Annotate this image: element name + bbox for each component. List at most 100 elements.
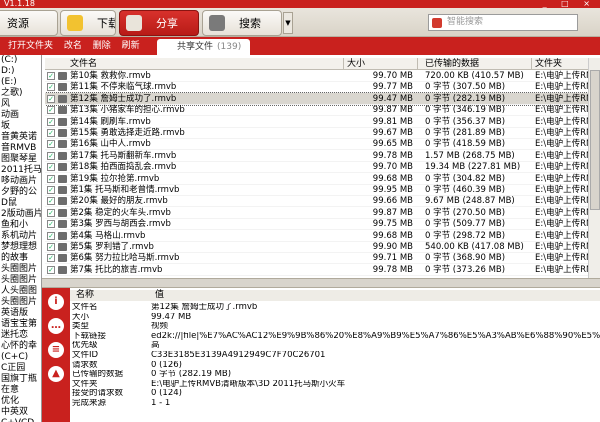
table-row[interactable]: ✓ 第6集 努力拉比哈马斯.rmvb 99.71 MB 0 字节 (368.90 MB… (45, 252, 600, 265)
info-icon[interactable]: i (48, 294, 64, 310)
row-checkbox[interactable]: ✓ (47, 197, 55, 206)
property-row[interactable]: 优先级 高 (70, 341, 600, 350)
tab-search[interactable]: 搜索 (202, 10, 282, 36)
folder-tree-item[interactable]: 2版动画片 (0, 209, 41, 220)
property-row[interactable]: 已传输的数据 0 字节 (282.19 MB) (70, 370, 600, 379)
row-checkbox[interactable]: ✓ (47, 106, 55, 115)
row-checkbox[interactable]: ✓ (47, 94, 55, 103)
folder-tree-item[interactable]: (C+C) (0, 352, 41, 363)
upload-icon[interactable]: ▲ (48, 366, 64, 382)
window-controls[interactable]: _ □ × (543, 0, 596, 8)
row-checkbox[interactable]: ✓ (47, 151, 55, 160)
folder-tree-item[interactable]: 2011托马 (0, 165, 41, 176)
table-row[interactable]: ✓ 第20集 最好的朋友.rmvb 99.66 MB 9.67 MB (248.87 … (45, 195, 600, 208)
folder-tree-item[interactable]: 系机动片 (0, 231, 41, 242)
folder-tree-item[interactable]: 心怀的幸 (0, 341, 41, 352)
folder-tree-item[interactable]: 国旗丁瓶 (0, 374, 41, 385)
folder-tree-item[interactable]: 优化 (0, 396, 41, 407)
search-dropdown-button[interactable]: ▼ (283, 12, 293, 34)
folder-tree-item[interactable]: 哆动画片 (0, 176, 41, 187)
table-row[interactable]: ✓ 第4集 马格山.rmvb 99.68 MB 0 字节 (298.72 MB) E:\… (45, 230, 600, 242)
list-icon[interactable]: ≡ (48, 342, 64, 358)
folder-tree-item[interactable]: 英语版 (0, 308, 41, 319)
property-row[interactable]: 大小 99.47 MB (70, 313, 600, 322)
panel-splitter[interactable] (42, 278, 600, 288)
folder-tree-item[interactable]: 图聚琴星 (0, 154, 41, 165)
row-checkbox[interactable]: ✓ (47, 265, 55, 274)
table-row[interactable]: ✓ 第13集 小猪家车的担心.rmvb 99.87 MB 0 字节 (346.19 M… (45, 104, 600, 117)
folder-tree-item[interactable]: 的故事 (0, 253, 41, 264)
folder-tree-item[interactable]: (C:) (0, 55, 41, 66)
vertical-scrollbar[interactable] (588, 58, 600, 278)
folder-tree-item[interactable]: 音黄英诺 (0, 132, 41, 143)
row-checkbox[interactable]: ✓ (47, 83, 55, 92)
table-row[interactable]: ✓ 第14集 刷刷车.rmvb 99.81 MB 0 字节 (356.37 MB) E:… (45, 116, 600, 128)
folder-tree-item[interactable]: C正园 (0, 363, 41, 374)
folder-tree-item[interactable]: 头圈图片 (0, 264, 41, 275)
folder-tree-item[interactable]: 头圈图片 (0, 297, 41, 308)
row-checkbox[interactable]: ✓ (47, 72, 55, 80)
folder-tree-item[interactable]: 坂 (0, 121, 41, 132)
smart-search-input[interactable]: 智能搜索 (428, 14, 578, 31)
table-row[interactable]: ✓ 第11集 不停来临气球.rmvb 99.77 MB 0 字节 (307.50 MB… (45, 81, 600, 94)
row-checkbox[interactable]: ✓ (47, 254, 55, 263)
property-row[interactable]: 下载链接 ed2k://|file|%E7%AC%AC12%E9%9B%86%20… (70, 332, 600, 341)
folder-tree-item[interactable]: 中英双 (0, 407, 41, 418)
table-row[interactable]: ✓ 第16集 山中人.rmvb 99.65 MB 0 字节 (418.59 MB) E:… (45, 138, 600, 151)
row-checkbox[interactable]: ✓ (47, 186, 55, 194)
folder-tree-item[interactable]: 梦想理想 (0, 242, 41, 253)
shared-files-tab[interactable]: 共享文件 (139) (157, 39, 250, 55)
row-checkbox[interactable]: ✓ (47, 117, 55, 126)
rename-button[interactable]: 改名 (64, 41, 82, 51)
folder-tree-item[interactable]: 迷托恋 (0, 330, 41, 341)
open-folder-button[interactable]: 打开文件夹 (8, 41, 53, 51)
folder-tree-item[interactable]: 夕野的公 (0, 187, 41, 198)
table-row[interactable]: ✓ 第7集 托比的旅吉.rmvb 99.78 MB 0 字节 (373.26 MB) E… (45, 264, 600, 276)
table-row[interactable]: ✓ 第17集 托马斯翻新车.rmvb 99.78 MB 1.57 MB (268.75… (45, 150, 600, 162)
delete-button[interactable]: 删除 (93, 41, 111, 51)
property-row[interactable]: 文件ID C33E3185E3139A4912949C7F70C26701 (70, 351, 600, 360)
property-row[interactable]: 文件夹 E:\电驴上传RMVB清晰版本\3D 2011托马斯小火车 (70, 380, 600, 389)
folder-tree-item[interactable]: D:) (0, 66, 41, 77)
row-checkbox[interactable]: ✓ (47, 163, 55, 172)
folder-tree-item[interactable]: (E:) (0, 77, 41, 88)
property-row[interactable]: 接受的请求数 0 (124) (70, 389, 600, 398)
table-row[interactable]: ✓ 第19集 拉尔抢第.rmvb 99.68 MB 0 字节 (304.82 MB) E… (45, 173, 600, 185)
folder-tree-item[interactable]: C+VCD (0, 418, 41, 422)
comment-icon[interactable]: … (48, 318, 64, 334)
property-row[interactable]: 类型 视频 (70, 322, 600, 331)
folder-tree-item[interactable]: 风 (0, 99, 41, 110)
folder-tree-item[interactable]: 头圈图片 (0, 275, 41, 286)
table-row[interactable]: ✓ 第18集 拍西面捣乱会.rmvb 99.70 MB 19.34 MB (227.8… (45, 161, 600, 174)
property-row[interactable]: 文件名 第12集 詹姆士成功了.rmvb (70, 303, 600, 312)
folder-tree-item[interactable]: 动画 (0, 110, 41, 121)
property-row[interactable]: 请求数 0 (126) (70, 361, 600, 370)
folder-tree-item[interactable]: 在意 (0, 385, 41, 396)
column-name[interactable]: 文件名 (70, 58, 97, 70)
tab-resources[interactable]: 资源 (0, 10, 58, 36)
scrollbar-thumb[interactable] (590, 70, 600, 210)
row-checkbox[interactable]: ✓ (47, 231, 55, 240)
property-row[interactable]: 完成来源 1 - 1 (70, 399, 600, 408)
table-row[interactable]: ✓ 第2集 稳定的火车头.rmvb 99.87 MB 0 字节 (270.50 MB)… (45, 207, 600, 219)
table-row[interactable]: ✓ 第12集 詹姆士成功了.rmvb 99.47 MB 0 字节 (282.19 MB… (45, 91, 600, 106)
row-checkbox[interactable]: ✓ (47, 243, 55, 251)
folder-tree[interactable]: (C:) D:) (E:) 之歌) 风动画坂音黄英诺 音RMVB 图聚琴星 2011托马 哆动画… (0, 55, 42, 422)
row-checkbox[interactable]: ✓ (47, 129, 55, 137)
folder-tree-item[interactable]: 音RMVB (0, 143, 41, 154)
row-checkbox[interactable]: ✓ (47, 220, 55, 229)
folder-tree-item[interactable]: 语宝宝第 (0, 319, 41, 330)
row-checkbox[interactable]: ✓ (47, 208, 55, 217)
tab-downloads[interactable]: 下载 (60, 10, 116, 36)
tab-share[interactable]: 分享 (119, 10, 199, 36)
row-checkbox[interactable]: ✓ (47, 140, 55, 149)
table-row[interactable]: ✓ 第1集 托马斯和老曾情.rmvb 99.95 MB 0 字节 (460.39 MB… (45, 184, 600, 196)
table-row[interactable]: ✓ 第5集 罗利错了.rmvb 99.90 MB 540.00 KB (417.08 … (45, 241, 600, 253)
column-folder[interactable]: 文件夹 (535, 58, 562, 70)
table-row[interactable]: ✓ 第15集 勇敢选择走近路.rmvb 99.67 MB 0 字节 (281.89 M… (45, 127, 600, 139)
folder-tree-item[interactable]: D鼠 (0, 198, 41, 209)
column-size[interactable]: 大小 (347, 58, 365, 70)
table-row[interactable]: ✓ 第10集 救救你.rmvb 99.70 MB 720.00 KB (410.57 … (45, 70, 600, 82)
folder-tree-item[interactable]: 之歌) (0, 88, 41, 99)
row-checkbox[interactable]: ✓ (47, 174, 55, 183)
